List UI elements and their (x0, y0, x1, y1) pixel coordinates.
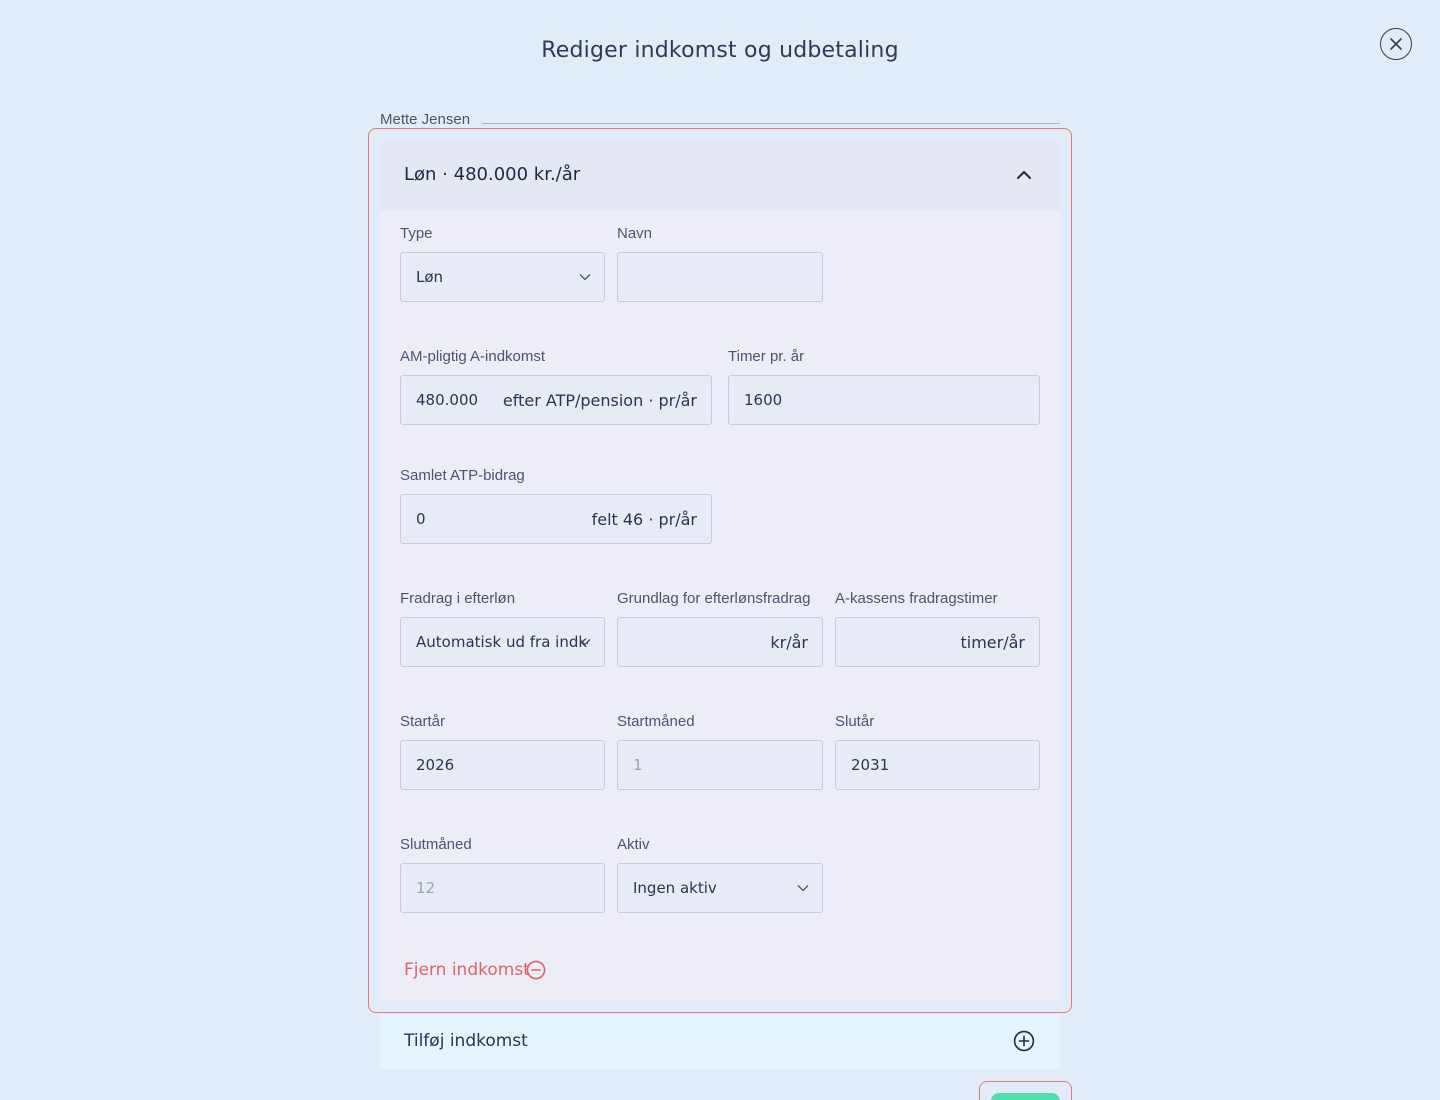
atp-value: 0 (416, 510, 426, 528)
active-label: Aktiv (617, 836, 650, 853)
type-label: Type (400, 225, 433, 242)
atp-label: Samlet ATP-bidrag (400, 467, 525, 484)
deduction-label: Fradrag i efterløn (400, 590, 516, 607)
end-year-label: Slutår (835, 713, 875, 730)
deduction-basis-suffix: kr/år (770, 633, 808, 652)
add-income-label: Tilføj indkomst (404, 1031, 528, 1051)
hours-input[interactable]: 1600 (728, 375, 1040, 425)
akasse-hours-input[interactable]: timer/år (835, 617, 1040, 667)
person-divider (482, 123, 1060, 124)
income-card-header[interactable]: Løn · 480.000 kr./år (380, 140, 1060, 210)
person-name: Mette Jensen (380, 111, 471, 128)
am-income-input[interactable]: 480.000 efter ATP/pension · pr/år (400, 375, 712, 425)
deduction-basis-label: Grundlag for efterlønsfradrag (617, 590, 811, 607)
name-input[interactable] (617, 252, 823, 302)
income-card-title: Løn · 480.000 kr./år (404, 164, 581, 185)
akasse-hours-label: A-kassens fradragstimer (835, 590, 998, 607)
save-button[interactable] (991, 1093, 1060, 1100)
hours-value: 1600 (744, 391, 783, 409)
start-year-input[interactable]: 2026 (400, 740, 605, 790)
add-income-button[interactable]: Tilføj indkomst (380, 1014, 1060, 1069)
start-month-label: Startmåned (617, 713, 695, 730)
chevron-down-icon (579, 274, 591, 281)
am-income-value: 480.000 (416, 391, 479, 409)
chevron-down-icon (797, 885, 809, 892)
start-year-value: 2026 (416, 756, 455, 774)
end-year-input[interactable]: 2031 (835, 740, 1040, 790)
hours-label: Timer pr. år (728, 348, 805, 365)
plus-circle-icon (1013, 1030, 1035, 1052)
chevron-down-icon (579, 639, 591, 646)
close-button[interactable] (1380, 28, 1412, 60)
modal-title: Rediger indkomst og udbetaling (541, 38, 899, 63)
start-month-placeholder: 1 (633, 756, 643, 774)
am-income-label: AM-pligtig A-indkomst (400, 348, 546, 365)
type-select[interactable]: Løn (400, 252, 605, 302)
chevron-up-icon[interactable] (1016, 168, 1032, 182)
deduction-value: Automatisk ud fra indkomst (416, 633, 588, 651)
active-select[interactable]: Ingen aktiv (617, 863, 823, 913)
remove-income-button[interactable]: Fjern indkomst (404, 960, 530, 980)
minus-circle-icon[interactable] (526, 960, 546, 980)
start-year-label: Startår (400, 713, 446, 730)
name-label: Navn (617, 225, 653, 242)
end-month-label: Slutmåned (400, 836, 472, 853)
am-income-suffix: efter ATP/pension · pr/år (502, 391, 697, 410)
active-value: Ingen aktiv (633, 879, 717, 897)
end-month-input[interactable]: 12 (400, 863, 605, 913)
deduction-basis-input[interactable]: kr/år (617, 617, 823, 667)
end-month-placeholder: 12 (416, 879, 436, 897)
atp-input[interactable]: 0 felt 46 · pr/år (400, 494, 712, 544)
start-month-input[interactable]: 1 (617, 740, 823, 790)
income-card: Løn · 480.000 kr./år Type Løn Navn AM-pl… (380, 140, 1060, 1001)
atp-suffix: felt 46 · pr/år (591, 510, 697, 529)
deduction-select[interactable]: Automatisk ud fra indkomst (400, 617, 605, 667)
close-icon (1390, 38, 1402, 50)
type-value: Løn (416, 268, 444, 286)
end-year-value: 2031 (851, 756, 890, 774)
akasse-hours-suffix: timer/år (960, 633, 1026, 652)
